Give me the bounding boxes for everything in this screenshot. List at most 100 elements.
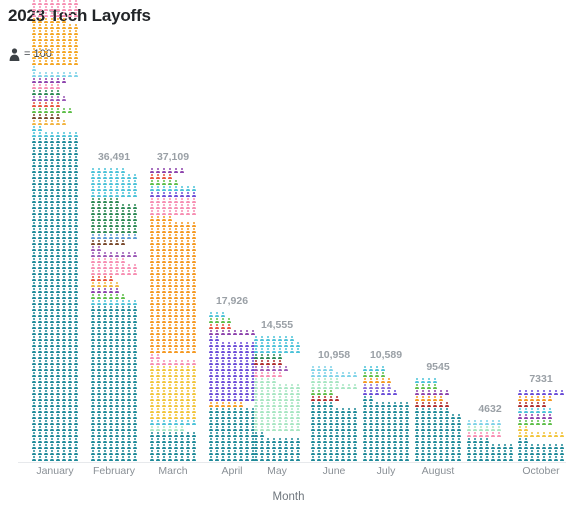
column-segment: [310, 402, 358, 462]
person-icon: [132, 390, 138, 396]
person-icon: [73, 402, 79, 408]
person-icon: [132, 300, 138, 306]
person-icon: [73, 378, 79, 384]
person-icon: [114, 198, 120, 204]
column-value-label: 37,109: [156, 151, 190, 163]
person-icon: [380, 366, 386, 372]
person-icon: [132, 336, 138, 342]
person-icon: [120, 294, 126, 300]
person-icon: [456, 414, 462, 420]
column-stack: [208, 312, 256, 462]
column-segment: [149, 354, 197, 366]
person-icon: [73, 282, 79, 288]
person-icon: [132, 348, 138, 354]
person-icon: [191, 252, 197, 258]
person-icon: [73, 156, 79, 162]
pictogram-column[interactable]: 36,491: [90, 151, 138, 462]
person-icon: [404, 420, 410, 426]
person-icon: [73, 42, 79, 48]
person-icon: [283, 366, 289, 372]
person-icon: [167, 174, 173, 180]
person-icon: [73, 138, 79, 144]
person-icon: [191, 366, 197, 372]
person-icon: [73, 366, 79, 372]
column-segment: [31, 126, 79, 138]
pictogram-column[interactable]: 10,958: [310, 349, 358, 462]
person-icon: [73, 216, 79, 222]
person-icon: [380, 372, 386, 378]
person-icon: [352, 408, 358, 414]
person-icon: [73, 318, 79, 324]
person-icon: [73, 252, 79, 258]
person-icon: [404, 426, 410, 432]
column-segment: [310, 378, 358, 390]
person-icon: [496, 432, 502, 438]
person-icon: [191, 402, 197, 408]
person-icon: [73, 384, 79, 390]
x-axis-line: [18, 462, 566, 463]
person-icon: [386, 384, 392, 390]
person-icon: [73, 222, 79, 228]
person-icon: [295, 444, 301, 450]
person-icon: [73, 390, 79, 396]
person-icon: [61, 96, 67, 102]
person-icon: [73, 372, 79, 378]
person-icon: [191, 330, 197, 336]
column-segment: [31, 138, 79, 462]
person-icon: [191, 192, 197, 198]
pictogram-column[interactable]: 37,109: [149, 151, 197, 462]
column-segment: [517, 426, 565, 438]
pictogram-column[interactable]: 17,926: [208, 295, 256, 462]
person-icon: [73, 312, 79, 318]
person-icon: [67, 108, 73, 114]
column-segment: [149, 192, 197, 198]
column-stack: [310, 366, 358, 462]
column-stack: [414, 378, 462, 462]
person-icon: [295, 348, 301, 354]
person-icon: [73, 396, 79, 402]
person-icon: [484, 438, 490, 444]
person-icon: [73, 426, 79, 432]
pictogram-column[interactable]: 9545: [414, 361, 462, 462]
person-icon: [368, 396, 374, 402]
column-segment: [31, 66, 79, 78]
person-icon: [132, 342, 138, 348]
x-tick-october: October: [522, 465, 560, 477]
person-icon: [191, 318, 197, 324]
person-icon: [73, 180, 79, 186]
x-tick-august: August: [421, 465, 455, 477]
person-icon: [508, 450, 514, 456]
person-icon: [295, 438, 301, 444]
person-icon: [73, 258, 79, 264]
person-icon: [352, 372, 358, 378]
person-icon: [191, 210, 197, 216]
column-segment: [253, 432, 301, 462]
person-icon: [173, 180, 179, 186]
person-icon: [444, 408, 450, 414]
person-icon: [191, 414, 197, 420]
person-icon: [444, 390, 450, 396]
pictogram-column[interactable]: 7331: [517, 373, 565, 462]
column-segment: [90, 168, 138, 198]
pictogram-column[interactable]: 10,589: [362, 349, 410, 462]
person-icon: [73, 198, 79, 204]
person-icon: [277, 360, 283, 366]
person-icon: [523, 438, 529, 444]
column-segment: [149, 198, 197, 216]
column-segment: [90, 300, 138, 306]
person-icon: [191, 336, 197, 342]
person-icon: [259, 432, 265, 438]
pictogram-column[interactable]: 14,555: [253, 319, 301, 462]
pictogram-column[interactable]: 84,714: [31, 0, 79, 462]
person-icon: [277, 354, 283, 360]
x-axis-title: Month: [272, 491, 305, 503]
person-icon: [55, 90, 61, 96]
column-stack: [149, 168, 197, 462]
column-segment: [414, 408, 462, 462]
person-icon: [132, 372, 138, 378]
person-icon: [31, 66, 37, 72]
person-icon: [61, 120, 67, 126]
person-icon: [73, 150, 79, 156]
person-icon: [73, 348, 79, 354]
pictogram-column[interactable]: 4632: [466, 403, 514, 462]
